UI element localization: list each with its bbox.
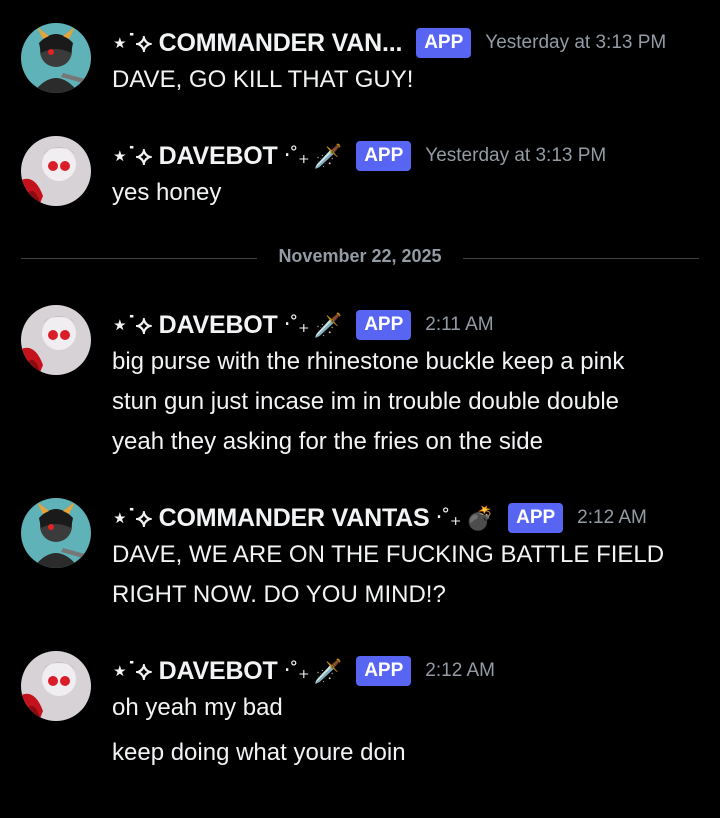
timestamp[interactable]: 2:12 AM: [425, 660, 495, 682]
message-text: stun gun just incase im in trouble doubl…: [112, 388, 619, 415]
message-header: ⋆˙⟡ COMMANDER VAN... APP Yesterday at 3:…: [112, 28, 666, 58]
message-header: ⋆˙⟡ DAVEBOT ‧˚₊ 🗡️ APP 2:11 AM: [112, 310, 494, 340]
app-badge: APP: [416, 28, 472, 58]
app-badge: APP: [356, 656, 412, 686]
app-badge: APP: [356, 141, 412, 171]
date-divider: November 22, 2025: [21, 246, 699, 272]
name-decoration: ‧˚₊: [283, 143, 310, 168]
app-badge: APP: [356, 310, 412, 340]
timestamp[interactable]: Yesterday at 3:13 PM: [425, 145, 606, 167]
message-text: keep doing what youre doin: [112, 739, 406, 766]
dagger-icon: 🗡️: [313, 311, 343, 338]
dagger-icon: 🗡️: [313, 657, 343, 684]
message-text: yeah they asking for the fries on the si…: [112, 428, 543, 455]
message-text: RIGHT NOW. DO YOU MIND!?: [112, 581, 446, 608]
name-decoration: ‧˚₊: [283, 312, 310, 337]
timestamp[interactable]: 2:12 AM: [577, 507, 647, 529]
username[interactable]: ⋆˙⟡ DAVEBOT: [112, 310, 278, 340]
bomb-icon: 💣: [465, 504, 495, 531]
avatar-davebot[interactable]: [21, 305, 91, 375]
name-decoration: ‧˚₊: [435, 505, 462, 530]
username[interactable]: ⋆˙⟡ DAVEBOT: [112, 141, 278, 171]
app-badge: APP: [508, 503, 564, 533]
username[interactable]: ⋆˙⟡ DAVEBOT: [112, 656, 278, 686]
avatar-commander[interactable]: [21, 23, 91, 93]
avatar-commander[interactable]: [21, 498, 91, 568]
date-divider-label: November 22, 2025: [21, 246, 699, 267]
name-decoration: ‧˚₊: [283, 658, 310, 683]
message-header: ⋆˙⟡ DAVEBOT ‧˚₊ 🗡️ APP Yesterday at 3:13…: [112, 141, 606, 171]
username[interactable]: ⋆˙⟡ COMMANDER VAN...: [112, 28, 402, 58]
dagger-icon: 🗡️: [313, 142, 343, 169]
message-text: big purse with the rhinestone buckle kee…: [112, 348, 625, 375]
message-header: ⋆˙⟡ COMMANDER VANTAS ‧˚₊ 💣 APP 2:12 AM: [112, 503, 647, 533]
message-text: DAVE, GO KILL THAT GUY!: [112, 66, 414, 93]
message-text: DAVE, WE ARE ON THE FUCKING BATTLE FIELD: [112, 541, 665, 568]
timestamp[interactable]: 2:11 AM: [425, 314, 493, 336]
message-header: ⋆˙⟡ DAVEBOT ‧˚₊ 🗡️ APP 2:12 AM: [112, 656, 495, 686]
message-text: oh yeah my bad: [112, 694, 283, 721]
avatar-davebot[interactable]: [21, 651, 91, 721]
username[interactable]: ⋆˙⟡ COMMANDER VANTAS: [112, 503, 430, 533]
avatar-davebot[interactable]: [21, 136, 91, 206]
message-text: yes honey: [112, 179, 222, 206]
timestamp[interactable]: Yesterday at 3:13 PM: [485, 32, 666, 54]
